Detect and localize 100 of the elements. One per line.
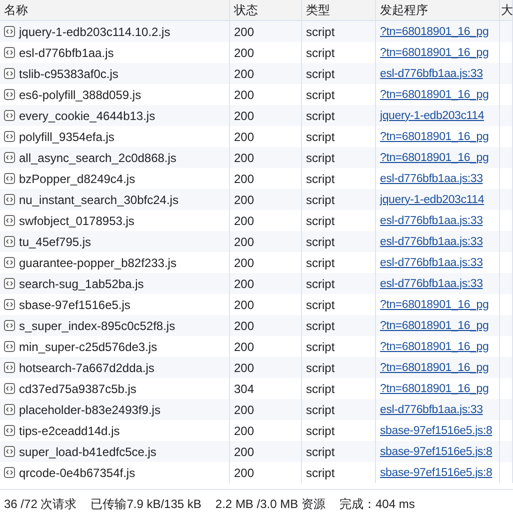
file-name[interactable]: hotsearch-7a667d2dda.js [19, 360, 154, 374]
resource-type: script [306, 172, 335, 186]
table-row[interactable]: nu_instant_search_30bfc24.js 200 script jquery-1-edb203c114 [0, 189, 513, 210]
script-file-icon [4, 425, 15, 436]
column-header[interactable]: 名称 [4, 2, 28, 18]
column-header[interactable]: 发起程序 [380, 2, 428, 18]
file-name[interactable]: bzPopper_d8249c4.js [19, 172, 136, 186]
status-text: 已传输7.9 kB/135 kB [90, 496, 202, 512]
script-file-icon [4, 257, 15, 268]
table-row[interactable]: tu_45ef795.js 200 script esl-d776bfb1aa.js:33 [0, 231, 513, 252]
status-code: 200 [234, 150, 254, 164]
initiator-link[interactable]: esl-d776bfb1aa.js:33 [380, 278, 483, 290]
status-text: 完成：404 ms [339, 496, 415, 512]
script-file-icon [4, 173, 15, 184]
script-file-icon [4, 152, 15, 163]
initiator-link[interactable]: esl-d776bfb1aa.js:33 [380, 256, 483, 268]
resource-type: script [306, 360, 335, 374]
status-code: 200 [234, 234, 254, 248]
file-name[interactable]: placeholder-b83e2493f9.js [19, 402, 160, 416]
status-code: 200 [234, 214, 254, 228]
file-name[interactable]: nu_instant_search_30bfc24.js [19, 192, 178, 206]
table-row[interactable]: search-sug_1ab52ba.js 200 script esl-d776bfb1aa.js:33 [0, 273, 513, 294]
initiator-link[interactable]: sbase-97ef1516e5.js:8 [380, 466, 492, 478]
script-file-icon [4, 131, 15, 142]
table-row[interactable]: hotsearch-7a667d2dda.js 200 script ?tn=68018901_16_pg [0, 357, 513, 378]
file-name[interactable]: sbase-97ef1516e5.js [19, 298, 130, 312]
initiator-link[interactable]: jquery-1-edb203c114 [380, 194, 484, 206]
resource-type: script [306, 234, 335, 248]
file-name[interactable]: min_super-c25d576de3.js [19, 340, 158, 354]
status-code: 200 [234, 46, 254, 60]
status-code: 200 [234, 402, 254, 416]
file-name[interactable]: esl-d776bfb1aa.js [19, 46, 114, 60]
resource-type: script [306, 46, 335, 60]
status-code: 200 [234, 318, 254, 332]
file-name[interactable]: qrcode-0e4b67354f.js [19, 466, 136, 480]
resource-type: script [306, 466, 335, 480]
script-file-icon [4, 278, 15, 289]
file-name[interactable]: search-sug_1ab52ba.js [19, 276, 144, 290]
table-row[interactable]: all_async_search_2c0d868.js 200 script ?tn=68018901_16_pg [0, 147, 513, 168]
script-file-icon [4, 446, 15, 457]
initiator-link[interactable]: esl-d776bfb1aa.js:33 [380, 236, 483, 248]
script-file-icon [4, 341, 15, 352]
initiator-link[interactable]: ?tn=68018901_16_pg [380, 320, 489, 332]
resource-type: script [306, 298, 335, 312]
file-name[interactable]: super_load-b41edfc5ce.js [19, 444, 156, 458]
column-header[interactable]: 类型 [306, 2, 330, 18]
file-name[interactable]: es6-polyfill_388d059.js [19, 88, 142, 102]
initiator-link[interactable]: esl-d776bfb1aa.js:33 [380, 214, 483, 226]
initiator-link[interactable]: jquery-1-edb203c114 [380, 110, 484, 122]
resource-type: script [306, 130, 335, 144]
initiator-link[interactable]: ?tn=68018901_16_pg [380, 130, 489, 142]
initiator-link[interactable]: ?tn=68018901_16_pg [380, 340, 489, 352]
initiator-link[interactable]: ?tn=68018901_16_pg [380, 382, 489, 394]
initiator-link[interactable]: sbase-97ef1516e5.js:8 [380, 446, 492, 458]
initiator-link[interactable]: sbase-97ef1516e5.js:8 [380, 424, 492, 436]
script-file-icon [4, 194, 15, 205]
initiator-link[interactable]: ?tn=68018901_16_pg [380, 152, 489, 164]
initiator-link[interactable]: esl-d776bfb1aa.js:33 [380, 404, 483, 416]
file-name[interactable]: tips-e2ceadd14d.js [19, 424, 120, 438]
file-name[interactable]: guarantee-popper_b82f233.js [19, 256, 176, 270]
resource-type: script [306, 382, 335, 396]
status-code: 200 [234, 298, 254, 312]
file-name[interactable]: s_super_index-895c0c52f8.js [19, 318, 176, 332]
status-code: 200 [234, 466, 254, 480]
file-name[interactable]: polyfill_9354efa.js [19, 130, 114, 144]
script-file-icon [4, 383, 15, 394]
script-file-icon [4, 362, 15, 373]
script-file-icon [4, 404, 15, 415]
initiator-link[interactable]: ?tn=68018901_16_pg [380, 88, 489, 100]
script-file-icon [4, 299, 15, 310]
initiator-link[interactable]: ?tn=68018901_16_pg [380, 26, 489, 38]
resource-type: script [306, 88, 335, 102]
table-row[interactable]: every_cookie_4644b13.js 200 script jquery-1-edb203c114 [0, 105, 513, 126]
initiator-link[interactable]: ?tn=68018901_16_pg [380, 362, 489, 374]
file-name[interactable]: every_cookie_4644b13.js [19, 108, 156, 122]
resource-type: script [306, 340, 335, 354]
resource-type: script [306, 24, 335, 38]
script-file-icon [4, 68, 15, 79]
initiator-link[interactable]: ?tn=68018901_16_pg [380, 298, 489, 310]
initiator-link[interactable]: esl-d776bfb1aa.js:33 [380, 172, 483, 184]
initiator-link[interactable]: esl-d776bfb1aa.js:33 [380, 68, 483, 80]
table-row[interactable]: s_super_index-895c0c52f8.js 200 script ?tn=68018901_16_pg [0, 315, 513, 336]
column-header[interactable]: 状态 [234, 2, 258, 18]
resource-type: script [306, 66, 335, 80]
status-code: 200 [234, 24, 254, 38]
script-file-icon [4, 26, 15, 37]
file-name[interactable]: all_async_search_2c0d868.js [19, 150, 176, 164]
table-row[interactable]: tslib-c95383af0c.js 200 script esl-d776bfb1aa.js:33 [0, 63, 513, 84]
table-row[interactable]: jquery-1-edb203c114.10.2.js 200 script ?tn=68018901_16_pg [0, 21, 513, 42]
status-code: 200 [234, 256, 254, 270]
column-header[interactable]: 大 [501, 2, 513, 18]
file-name[interactable]: jquery-1-edb203c114.10.2.js [19, 24, 170, 38]
table-row[interactable]: placeholder-b83e2493f9.js 200 script esl-d776bfb1aa.js:33 [0, 399, 513, 420]
file-name[interactable]: cd37ed75a9387c5b.js [19, 382, 136, 396]
file-name[interactable]: tu_45ef795.js [19, 234, 92, 248]
initiator-link[interactable]: ?tn=68018901_16_pg [380, 46, 489, 58]
file-name[interactable]: tslib-c95383af0c.js [19, 66, 118, 80]
table-row[interactable]: super_load-b41edfc5ce.js 200 script sbase-97ef1516e5.js:8 [0, 441, 513, 462]
script-file-icon [4, 110, 15, 121]
file-name[interactable]: swfobject_0178953.js [19, 214, 134, 228]
